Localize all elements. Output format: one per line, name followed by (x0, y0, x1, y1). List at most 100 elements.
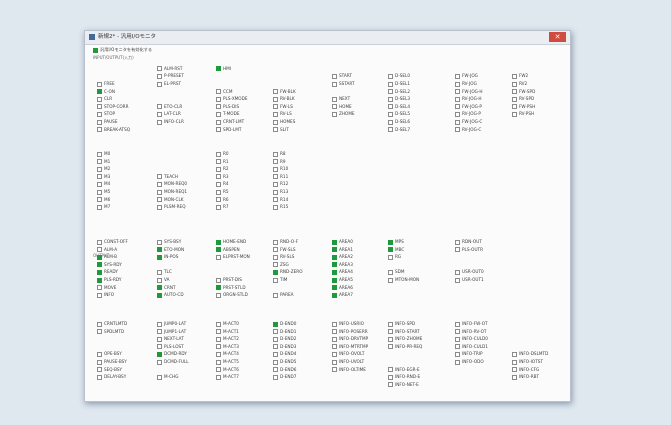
signal-homes-checkbox[interactable]: HOMES (273, 119, 295, 125)
signal-info-culd1-checkbox[interactable]: INFO-CULD1 (455, 344, 488, 350)
signal-sys-bsy-checkbox[interactable]: SYS-BSY (157, 239, 181, 245)
signal-next-lat-checkbox[interactable]: NEXT-LAT (157, 336, 184, 342)
signal-orgn-stld-checkbox[interactable]: ORGN-STLD (216, 292, 248, 298)
signal-info-oltime-checkbox[interactable]: INFO-OLTIME (332, 367, 366, 373)
signal-info-start-checkbox[interactable]: INFO-START (388, 329, 420, 335)
signal-info-spd-checkbox[interactable]: INFO-SPD (388, 321, 415, 327)
signal-d-sel3-checkbox[interactable]: D-SEL3 (388, 96, 410, 102)
signal-rv-blk-checkbox[interactable]: RV-BLK (273, 96, 295, 102)
signal-d-sel2-checkbox[interactable]: D-SEL2 (388, 89, 410, 95)
signal-clr-checkbox[interactable]: CLR (97, 96, 112, 102)
signal-stop-checkbox[interactable]: STOP (97, 111, 115, 117)
signal-sys-rdy-checkbox[interactable]: SYS-RDY (97, 262, 122, 268)
signal-ready-checkbox[interactable]: READY (97, 269, 118, 275)
signal-alm-a-checkbox[interactable]: ALM-A (97, 247, 117, 253)
signal-area0-checkbox[interactable]: AREA0 (332, 239, 353, 245)
signal-r9-checkbox[interactable]: R9 (273, 159, 286, 165)
signal-fw-jog-h-checkbox[interactable]: FW-JOG-H (455, 89, 483, 95)
signal-d-end3-checkbox[interactable]: D-END3 (273, 344, 296, 350)
signal-rv-jog-checkbox[interactable]: RV-JOG (455, 81, 477, 87)
signal-m1-checkbox[interactable]: M1 (97, 159, 110, 165)
signal-el-prst-checkbox[interactable]: EL-PRST (157, 81, 181, 87)
signal-jump1-lat-checkbox[interactable]: JUMP1-LAT (157, 329, 186, 335)
signal-r7-checkbox[interactable]: R7 (216, 204, 229, 210)
signal-sdm-checkbox[interactable]: SDM (388, 269, 405, 275)
signal-rv-ls-checkbox[interactable]: RV-LS (273, 111, 292, 117)
signal-plsm-req-checkbox[interactable]: PLSM-REQ (157, 204, 186, 210)
signal-dcmd-full-checkbox[interactable]: DCMD-FULL (157, 359, 189, 365)
signal-r10-checkbox[interactable]: R10 (273, 166, 288, 172)
signal-m-act4-checkbox[interactable]: M-ACT4 (216, 351, 239, 357)
signal-area4-checkbox[interactable]: AREA4 (332, 269, 353, 275)
signal-abspen-checkbox[interactable]: ABSPEN (216, 247, 240, 253)
signal-info-usrio-checkbox[interactable]: INFO-USRIO (332, 321, 364, 327)
close-button[interactable]: ✕ (549, 32, 566, 42)
signal-rnd-zero-checkbox[interactable]: RND-ZERO (273, 269, 303, 275)
signal-info-ovolt-checkbox[interactable]: INFO-OVOLT (332, 351, 364, 357)
signal-d-sel4-checkbox[interactable]: D-SEL4 (388, 104, 410, 110)
signal-alm-rst-checkbox[interactable]: ALM-RST (157, 66, 182, 72)
signal-m-chg-checkbox[interactable]: M-CHG (157, 374, 178, 380)
signal-info-clr-checkbox[interactable]: INFO-CLR (157, 119, 184, 125)
signal-area1-checkbox[interactable]: AREA1 (332, 247, 353, 253)
signal-lat-clr-checkbox[interactable]: LAT-CLR (157, 111, 181, 117)
signal-m2-checkbox[interactable]: M2 (97, 166, 110, 172)
signal-d-sel5-checkbox[interactable]: D-SEL5 (388, 111, 410, 117)
signal-mbc-checkbox[interactable]: MBC (388, 247, 404, 253)
signal-rdn-out-checkbox[interactable]: RDN-OUT (455, 239, 482, 245)
signal-r4-checkbox[interactable]: R4 (216, 181, 229, 187)
signal-rg-checkbox[interactable]: RG (388, 254, 401, 260)
signal-const-off-checkbox[interactable]: CONST-OFF (97, 239, 128, 245)
signal-usr-out0-checkbox[interactable]: USR-OUT0 (455, 269, 484, 275)
signal-info-pr-req-checkbox[interactable]: INFO-PR-REQ (388, 344, 422, 350)
signal-fw-sls-checkbox[interactable]: FW-SLS (273, 247, 296, 253)
signal-rv-spd-checkbox[interactable]: RV-SPD (512, 96, 534, 102)
signal-info-mtrtmp-checkbox[interactable]: INFO-MTRTMP (332, 344, 368, 350)
signal-area6-checkbox[interactable]: AREA6 (332, 285, 353, 291)
signal-ope-bsy-checkbox[interactable]: OPE-BSY (97, 351, 122, 357)
signal-m-act6-checkbox[interactable]: M-ACT6 (216, 367, 239, 373)
signal-m7-checkbox[interactable]: M7 (97, 204, 110, 210)
signal-fw-spd-checkbox[interactable]: FW-SPD (512, 89, 535, 95)
signal-d-end2-checkbox[interactable]: D-END2 (273, 336, 296, 342)
signal-info-uvolt-checkbox[interactable]: INFO-UVOLT (332, 359, 364, 365)
signal-slit-checkbox[interactable]: SLIT (273, 127, 289, 133)
signal-pls-dis-checkbox[interactable]: PLS-DIS (216, 104, 239, 110)
signal-info-dslmtd-checkbox[interactable]: INFO-DSLMTD (512, 351, 548, 357)
signal-m5-checkbox[interactable]: M5 (97, 189, 110, 195)
signal-free-checkbox[interactable]: FREE (97, 81, 115, 87)
signal-m-act3-checkbox[interactable]: M-ACT3 (216, 344, 239, 350)
signal-rv-sls-checkbox[interactable]: RV-SLS (273, 254, 294, 260)
signal-t-mode-checkbox[interactable]: T-MODE (216, 111, 239, 117)
signal-info-cfg-checkbox[interactable]: INFO-CFG (512, 367, 539, 373)
signal-m-act5-checkbox[interactable]: M-ACT5 (216, 359, 239, 365)
signal-sstart-checkbox[interactable]: SSTART (332, 81, 355, 87)
signal-fw-psh-checkbox[interactable]: FW-PSH (512, 104, 535, 110)
signal-r11-checkbox[interactable]: R11 (273, 174, 288, 180)
signal-in-pos-checkbox[interactable]: IN-POS (157, 254, 178, 260)
signal-prst-stld-checkbox[interactable]: PRST-STLD (216, 285, 246, 291)
signal-info-rv-ot-checkbox[interactable]: INFO-RV-OT (455, 329, 486, 335)
signal-hmi-checkbox[interactable]: HMI (216, 66, 231, 72)
signal-info-drvtmp-checkbox[interactable]: INFO-DRVTMP (332, 336, 368, 342)
signal-info-egr-e-checkbox[interactable]: INFO-EGR-E (388, 367, 420, 373)
signal-info-net-e-checkbox[interactable]: INFO-NET-E (388, 382, 419, 388)
signal-mton-mon-checkbox[interactable]: MTON-MON (388, 277, 419, 283)
signal-delay-bsy-checkbox[interactable]: DELAY-BSY (97, 374, 126, 380)
signal-d-end7-checkbox[interactable]: D-END7 (273, 374, 296, 380)
signal-info-rbt-checkbox[interactable]: INFO-RBT (512, 374, 539, 380)
signal-va-checkbox[interactable]: VA (157, 277, 169, 283)
signal-info-iotst-checkbox[interactable]: INFO-IOTST (512, 359, 543, 365)
signal-spdlmtd-checkbox[interactable]: SPDLMTD (97, 329, 124, 335)
signal-m6-checkbox[interactable]: M6 (97, 197, 110, 203)
signal-tim-checkbox[interactable]: TIM (273, 277, 287, 283)
signal-fw2-checkbox[interactable]: FW2 (512, 73, 528, 79)
signal-move-checkbox[interactable]: MOVE (97, 285, 116, 291)
signal-info-fw-ot-checkbox[interactable]: INFO-FW-OT (455, 321, 488, 327)
signal-rv-jog-h-checkbox[interactable]: RV-JOG-H (455, 96, 481, 102)
signal-start-checkbox[interactable]: START (332, 73, 352, 79)
signal-parea-checkbox[interactable]: PAREA (273, 292, 294, 298)
signal-r6-checkbox[interactable]: R6 (216, 197, 229, 203)
signal-pause-bsy-checkbox[interactable]: PAUSE-BSY (97, 359, 127, 365)
signal-info-trip-checkbox[interactable]: INFO-TRIP (455, 351, 483, 357)
